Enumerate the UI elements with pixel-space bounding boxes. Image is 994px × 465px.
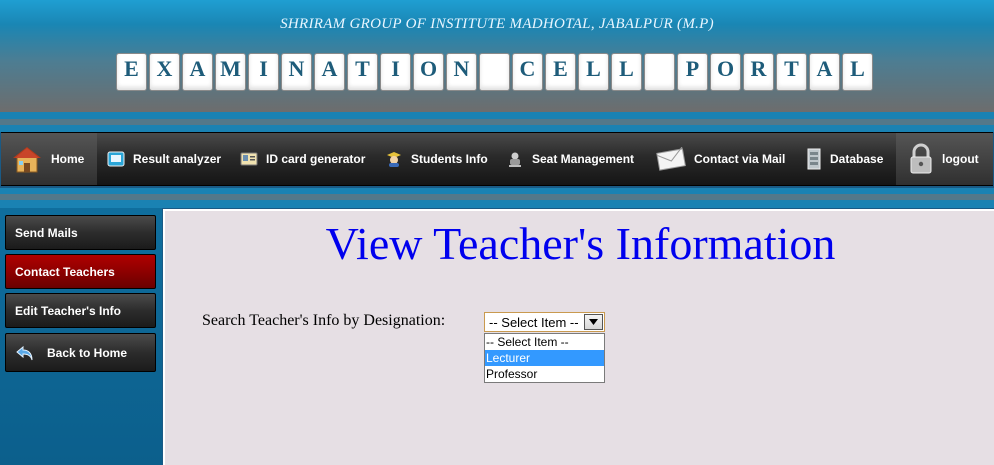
dropdown-option[interactable]: -- Select Item -- [485,334,604,350]
nav-label: Contact via Mail [694,152,786,166]
house-icon [11,144,43,174]
sidebar-item-label: Contact Teachers [15,264,115,279]
title-tile: R [743,53,774,91]
id-card-icon [240,152,258,166]
title-tile: N [446,53,477,91]
title-tile: I [380,53,411,91]
dropdown-option[interactable]: Lecturer [485,350,604,366]
title-tile: O [710,53,741,91]
sidebar: Send Mails Contact Teachers Edit Teacher… [0,208,162,465]
nav-item-seat-management[interactable]: Seat Management [506,133,634,185]
title-tile: L [611,53,642,91]
title-tile: N [281,53,312,91]
title-tile: X [149,53,180,91]
sidebar-item-label: Send Mails [15,225,78,240]
nav-item-home[interactable]: Home [11,133,84,185]
nav-item-database[interactable]: Database [806,133,883,185]
title-tile: C [512,53,543,91]
title-tile: T [776,53,807,91]
title-tile: A [182,53,213,91]
dropdown-option[interactable]: Professor [485,366,604,382]
page-title: View Teacher's Information [325,218,836,269]
title-tile: T [347,53,378,91]
nav-label: Home [51,152,85,166]
result-icon [107,150,125,168]
title-tile [479,53,510,91]
sidebar-item-label: Edit Teacher's Info [15,303,121,318]
title-tile: A [809,53,840,91]
title-tile: L [842,53,873,91]
institute-subtitle: SHRIRAM GROUP OF INSTITUTE MADHOTAL, JAB… [280,16,714,32]
title-tile: A [314,53,345,91]
designation-dropdown: -- Select Item -- Lecturer Professor [484,333,605,383]
title-tile: E [116,53,147,91]
title-tile: E [545,53,576,91]
title-tile: P [677,53,708,91]
title-tile [644,53,675,91]
nav-item-students-info[interactable]: Students Info [385,133,488,185]
seat-icon [506,150,524,168]
sidebar-item-label: Back to Home [47,345,128,360]
nav-label: ID card generator [266,152,366,166]
select-value: -- Select Item -- [489,315,579,330]
students-icon [385,150,403,168]
nav-label: Students Info [411,152,488,166]
database-icon [806,148,822,170]
nav-label: Database [830,152,884,166]
sidebar-item-send-mails[interactable]: Send Mails [5,215,156,250]
nav-item-contact-via-mail[interactable]: Contact via Mail [656,133,785,185]
nav-label: Seat Management [532,152,635,166]
divider-stripe [0,112,994,119]
sidebar-item-edit-teachers-info[interactable]: Edit Teacher's Info [5,293,156,328]
chevron-down-icon[interactable] [584,314,603,330]
main-content: View Teacher's Information Search Teache… [163,209,994,465]
portal-title-tiles: E X A M I N A T I O N C E L L P O R T A … [116,53,875,93]
designation-select[interactable]: -- Select Item -- [484,312,605,332]
sidebar-item-back-to-home[interactable]: Back to Home [5,333,156,372]
envelope-icon [656,147,686,171]
nav-item-id-card-generator[interactable]: ID card generator [240,133,365,185]
title-tile: I [248,53,279,91]
site-header: SHRIRAM GROUP OF INSTITUTE MADHOTAL, JAB… [0,0,994,112]
title-tile: M [215,53,246,91]
nav-item-result-analyzer[interactable]: Result analyzer [107,133,221,185]
back-arrow-icon [15,344,35,362]
main-nav: Home Result analyzer ID card generator S… [1,132,993,186]
divider-stripe [0,200,994,208]
nav-item-logout[interactable]: logout [908,133,979,185]
nav-label: Result analyzer [133,152,222,166]
search-label: Search Teacher's Info by Designation: [202,312,446,329]
nav-label: logout [942,152,979,166]
divider-stripe [0,125,994,132]
title-tile: L [578,53,609,91]
sidebar-item-contact-teachers[interactable]: Contact Teachers [5,254,156,289]
lock-icon [908,143,934,175]
title-tile: O [413,53,444,91]
